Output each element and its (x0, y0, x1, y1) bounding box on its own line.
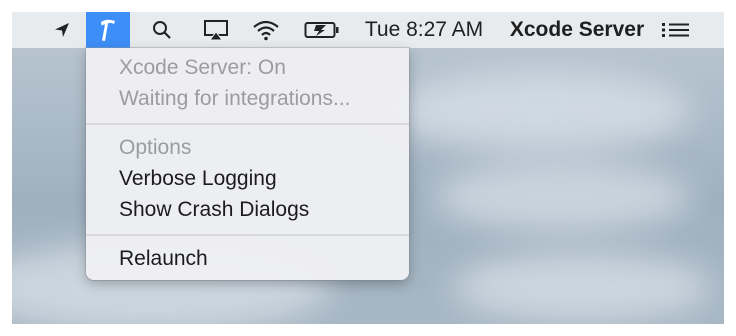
location-arrow-icon[interactable] (48, 12, 76, 48)
cloud-decoration (452, 252, 712, 322)
xcode-server-menu-button[interactable] (86, 12, 130, 48)
active-app-name: Xcode Server (509, 18, 645, 41)
desktop-background: Tue 8:27 AM Xcode Server Xcode Server: O… (12, 12, 724, 324)
clock-text: Tue 8:27 AM (364, 18, 484, 41)
battery-charging-icon[interactable] (301, 12, 343, 48)
menu-item-verbose-logging[interactable]: Verbose Logging (119, 165, 277, 193)
list-menu-icon[interactable] (656, 12, 696, 48)
cloud-decoration (392, 72, 692, 152)
active-app-menu[interactable]: Xcode Server (502, 12, 652, 48)
airplay-icon[interactable] (200, 12, 232, 48)
cloud-decoration (432, 162, 692, 232)
clock[interactable]: Tue 8:27 AM (356, 12, 492, 48)
menu-item-waiting-status: Waiting for integrations... (119, 87, 351, 110)
xcode-server-icon (97, 17, 119, 43)
menu-item-show-crash-dialogs[interactable]: Show Crash Dialogs (119, 196, 309, 224)
menu-item-server-status: Xcode Server: On (119, 56, 286, 79)
wifi-icon[interactable] (249, 12, 283, 48)
menu-item-relaunch[interactable]: Relaunch (119, 245, 208, 273)
menu-section-header-options: Options (119, 136, 192, 159)
menu-separator (86, 234, 409, 236)
spotlight-search-icon[interactable] (147, 12, 177, 48)
xcode-server-dropdown-menu: Xcode Server: On Waiting for integration… (86, 48, 409, 280)
menu-bar: Tue 8:27 AM Xcode Server (12, 12, 724, 49)
menu-separator (86, 123, 409, 125)
